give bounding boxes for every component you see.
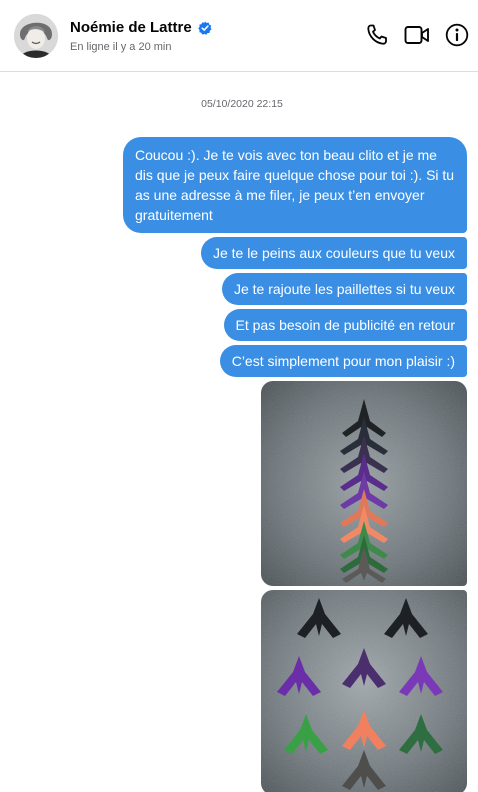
message-bubble[interactable]: C’est simplement pour mon plaisir :) xyxy=(219,345,467,377)
phone-icon[interactable] xyxy=(363,21,391,49)
contact-name-text: Noémie de Lattre xyxy=(70,19,192,36)
chat-header: Noémie de Lattre En ligne il y a 20 min xyxy=(0,0,478,72)
verified-icon xyxy=(197,21,212,35)
video-icon[interactable] xyxy=(403,21,431,49)
message-bubble[interactable]: Et pas besoin de publicité en retour xyxy=(223,309,467,341)
message-photo[interactable] xyxy=(261,590,467,792)
info-icon[interactable] xyxy=(443,21,471,49)
message-bubble[interactable]: Coucou :). Je te vois avec ton beau clit… xyxy=(123,137,467,233)
message-bubble[interactable]: Je te rajoute les paillettes si tu veux xyxy=(221,273,467,305)
contact-name[interactable]: Noémie de Lattre xyxy=(70,19,212,36)
message-thread: Coucou :). Je te vois avec ton beau clit… xyxy=(107,137,467,792)
conversation-timestamp: 05/10/2020 22:15 xyxy=(201,98,283,110)
online-status: En ligne il y a 20 min xyxy=(70,41,172,53)
avatar[interactable] xyxy=(14,14,58,58)
message-bubble[interactable]: Je te le peins aux couleurs que tu veux xyxy=(200,237,467,269)
message-photo[interactable] xyxy=(261,381,467,586)
